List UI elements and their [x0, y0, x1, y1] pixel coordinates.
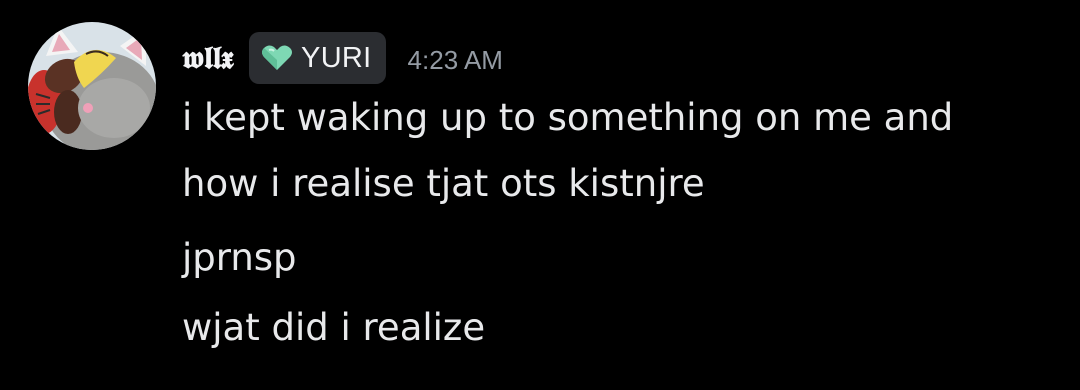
server-tag-label: YURI — [301, 41, 372, 74]
user-avatar[interactable] — [28, 22, 156, 150]
message-line: wjat did i realize — [182, 306, 486, 349]
message-header: 𝖜𝖑𝖑𝖝 YURI 4:23 AM — [182, 30, 503, 86]
message-timestamp: 4:23 AM — [407, 44, 503, 75]
message-line: i kept waking up to something on me and — [182, 96, 954, 139]
message-line: jprnsp — [182, 236, 297, 279]
chat-message: 𝖜𝖑𝖑𝖝 YURI 4:23 AM i kept waking up to so… — [0, 0, 1080, 390]
username[interactable]: 𝖜𝖑𝖑𝖝 — [182, 42, 234, 74]
heart-icon — [262, 45, 293, 70]
cat-avatar-icon — [28, 22, 156, 150]
message-line: how i realise tjat ots kistnjre — [182, 162, 705, 205]
server-tag[interactable]: YURI — [249, 32, 386, 84]
